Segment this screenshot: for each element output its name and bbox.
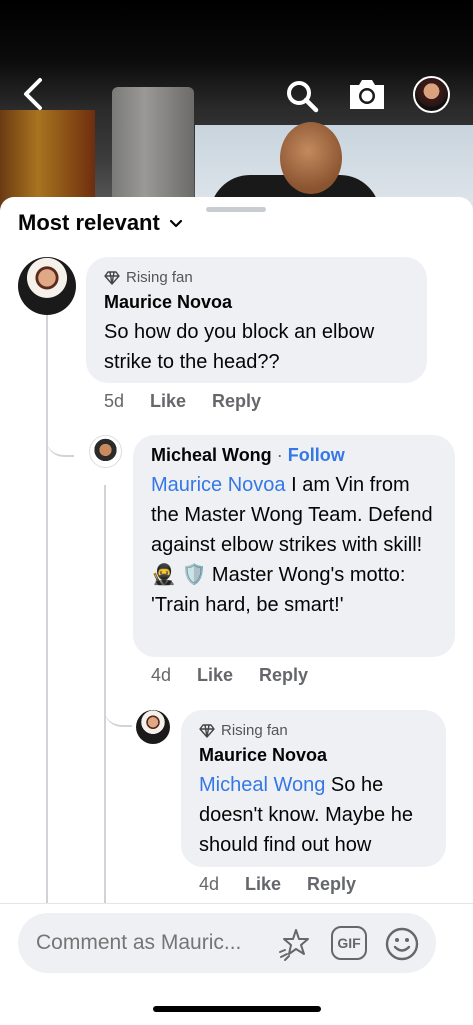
reply-button[interactable]: Reply bbox=[212, 391, 261, 412]
reply-button[interactable]: Reply bbox=[307, 874, 356, 895]
chevron-down-icon bbox=[169, 219, 182, 228]
rising-fan-badge: Rising fan bbox=[199, 722, 428, 739]
search-icon bbox=[287, 81, 319, 113]
separator: · bbox=[276, 445, 283, 465]
comment-input[interactable] bbox=[36, 931, 276, 955]
like-button[interactable]: Like bbox=[150, 391, 186, 412]
thread-connector bbox=[46, 415, 74, 457]
drag-handle[interactable] bbox=[206, 207, 266, 212]
like-button[interactable]: Like bbox=[245, 874, 281, 895]
video-scene-person-head bbox=[280, 122, 342, 194]
comment-text: So how do you block an elbow strike to t… bbox=[104, 321, 375, 373]
diamond-icon bbox=[199, 723, 215, 738]
avatar[interactable] bbox=[18, 257, 76, 315]
comment-bubble: Micheal Wong · Follow Maurice Novoa I am… bbox=[133, 435, 455, 657]
mention-link[interactable]: Micheal Wong bbox=[199, 774, 325, 796]
comment-author[interactable]: Maurice Novoa bbox=[199, 745, 428, 766]
diamond-icon bbox=[104, 270, 120, 285]
composer-bar: GIF bbox=[0, 903, 473, 1025]
follow-button[interactable]: Follow bbox=[288, 445, 345, 465]
camera-icon bbox=[350, 80, 384, 109]
comment-actions: 4d Like Reply bbox=[199, 874, 382, 895]
badge-label: Rising fan bbox=[126, 269, 193, 286]
comment-bubble: Rising fan Maurice Novoa So how do you b… bbox=[86, 257, 427, 383]
comment-bubble: Rising fan Maurice Novoa Micheal Wong So… bbox=[181, 710, 446, 867]
search-button[interactable] bbox=[284, 78, 320, 114]
comment-composer[interactable]: GIF bbox=[18, 913, 436, 973]
sort-dropdown[interactable]: Most relevant bbox=[18, 210, 184, 236]
comment-body: Micheal Wong So he doesn't know. Maybe h… bbox=[199, 770, 428, 860]
profile-avatar[interactable] bbox=[413, 76, 450, 113]
back-button[interactable] bbox=[18, 74, 52, 114]
reply-button[interactable]: Reply bbox=[259, 665, 308, 686]
sort-label: Most relevant bbox=[18, 210, 160, 235]
gif-label: GIF bbox=[337, 935, 361, 951]
gif-button[interactable]: GIF bbox=[331, 926, 367, 960]
thread-connector-nested bbox=[104, 685, 132, 727]
comment-author-line: Micheal Wong · Follow bbox=[151, 445, 437, 466]
chevron-left-icon bbox=[24, 78, 42, 110]
avatar[interactable] bbox=[89, 435, 122, 468]
rising-fan-badge: Rising fan bbox=[104, 269, 409, 286]
thread-line bbox=[46, 315, 48, 910]
mention-link[interactable]: Maurice Novoa bbox=[151, 474, 286, 496]
avatar[interactable] bbox=[136, 710, 170, 744]
comment-body: Maurice Novoa I am Vin from the Master W… bbox=[151, 470, 437, 620]
avatar-sticker-icon[interactable] bbox=[276, 926, 312, 962]
comment-time: 5d bbox=[104, 391, 125, 411]
comment-author[interactable]: Micheal Wong bbox=[151, 445, 272, 465]
comment-actions: 4d Like Reply bbox=[151, 665, 334, 686]
comment-time: 4d bbox=[151, 665, 172, 685]
home-indicator bbox=[153, 1006, 321, 1012]
video-background bbox=[0, 0, 473, 230]
badge-label: Rising fan bbox=[221, 722, 288, 739]
comments-sheet: Most relevant Rising fan Maurice Novoa S… bbox=[0, 197, 473, 1024]
like-button[interactable]: Like bbox=[197, 665, 233, 686]
comment-author[interactable]: Maurice Novoa bbox=[104, 292, 409, 313]
camera-button[interactable] bbox=[347, 76, 387, 112]
comment-actions: 5d Like Reply bbox=[104, 391, 287, 412]
comment-time: 4d bbox=[199, 874, 220, 894]
smiley-icon[interactable] bbox=[384, 926, 420, 962]
